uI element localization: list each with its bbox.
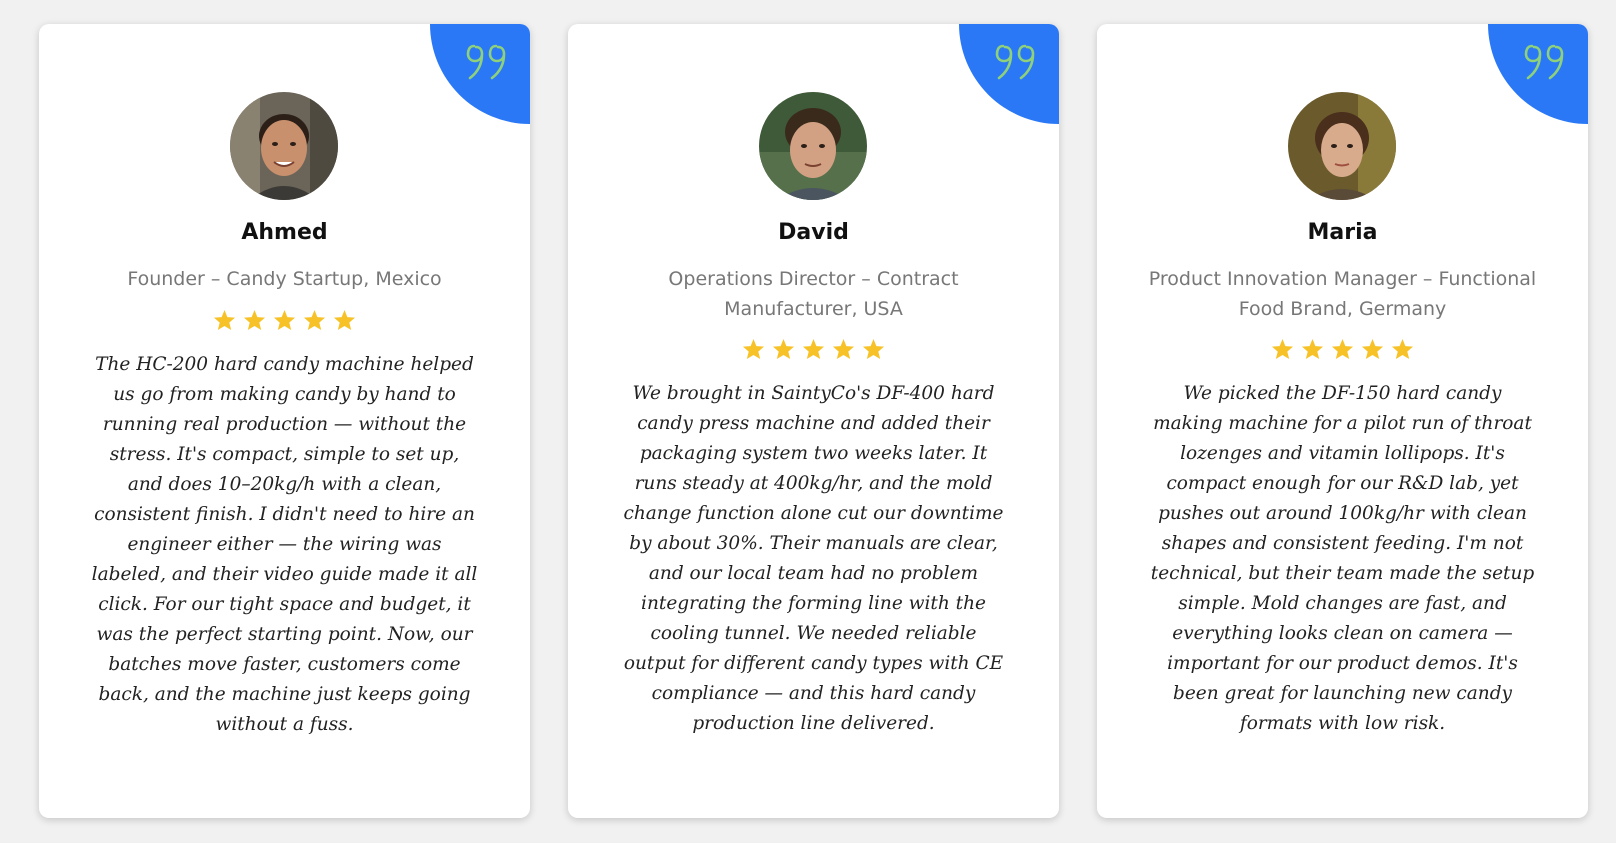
star-icon <box>243 309 266 331</box>
avatar-photo-maria-icon <box>1288 92 1396 200</box>
testimonials-section: Ahmed Founder – Candy Startup, Mexico Th… <box>0 0 1616 843</box>
star-icon <box>1271 338 1294 360</box>
star-icon <box>303 309 326 331</box>
avatar-photo-ahmed-icon <box>230 92 338 200</box>
star-icon <box>772 338 795 360</box>
star-icon <box>742 338 765 360</box>
testimonial-card-maria: Maria Product Innovation Manager – Funct… <box>1097 24 1588 818</box>
star-icon <box>862 338 885 360</box>
star-icon <box>213 309 236 331</box>
avatar-photo-david-icon <box>759 92 867 200</box>
reviewer-name: Maria <box>1307 220 1378 245</box>
avatar <box>230 92 338 200</box>
star-icon <box>832 338 855 360</box>
star-rating <box>39 309 530 331</box>
reviewer-role: Founder – Candy Startup, Mexico <box>127 268 442 290</box>
review-text: We picked the DF-150 hard candy making m… <box>1150 383 1535 734</box>
star-icon <box>1301 338 1324 360</box>
star-rating <box>568 338 1059 360</box>
quote-mark-icon <box>1524 44 1564 80</box>
avatar <box>1288 92 1396 200</box>
reviewer-name: David <box>778 220 849 245</box>
review-text: We brought in SaintyCo's DF-400 hard can… <box>623 383 1004 734</box>
quote-mark-icon <box>466 44 506 80</box>
reviewer-role: Operations Director – Contract Manufactu… <box>668 268 959 320</box>
reviewer-role: Product Innovation Manager – Functional … <box>1148 268 1537 320</box>
testimonial-card-david: David Operations Director – Contract Man… <box>568 24 1059 818</box>
star-rating <box>1097 338 1588 360</box>
star-icon <box>333 309 356 331</box>
review-text: The HC-200 hard candy machine helped us … <box>91 354 478 735</box>
star-icon <box>273 309 296 331</box>
star-icon <box>1331 338 1354 360</box>
star-icon <box>1361 338 1384 360</box>
quote-mark-icon <box>995 44 1035 80</box>
avatar <box>759 92 867 200</box>
reviewer-name: Ahmed <box>241 220 328 245</box>
star-icon <box>1391 338 1414 360</box>
star-icon <box>802 338 825 360</box>
testimonial-card-ahmed: Ahmed Founder – Candy Startup, Mexico Th… <box>39 24 530 818</box>
